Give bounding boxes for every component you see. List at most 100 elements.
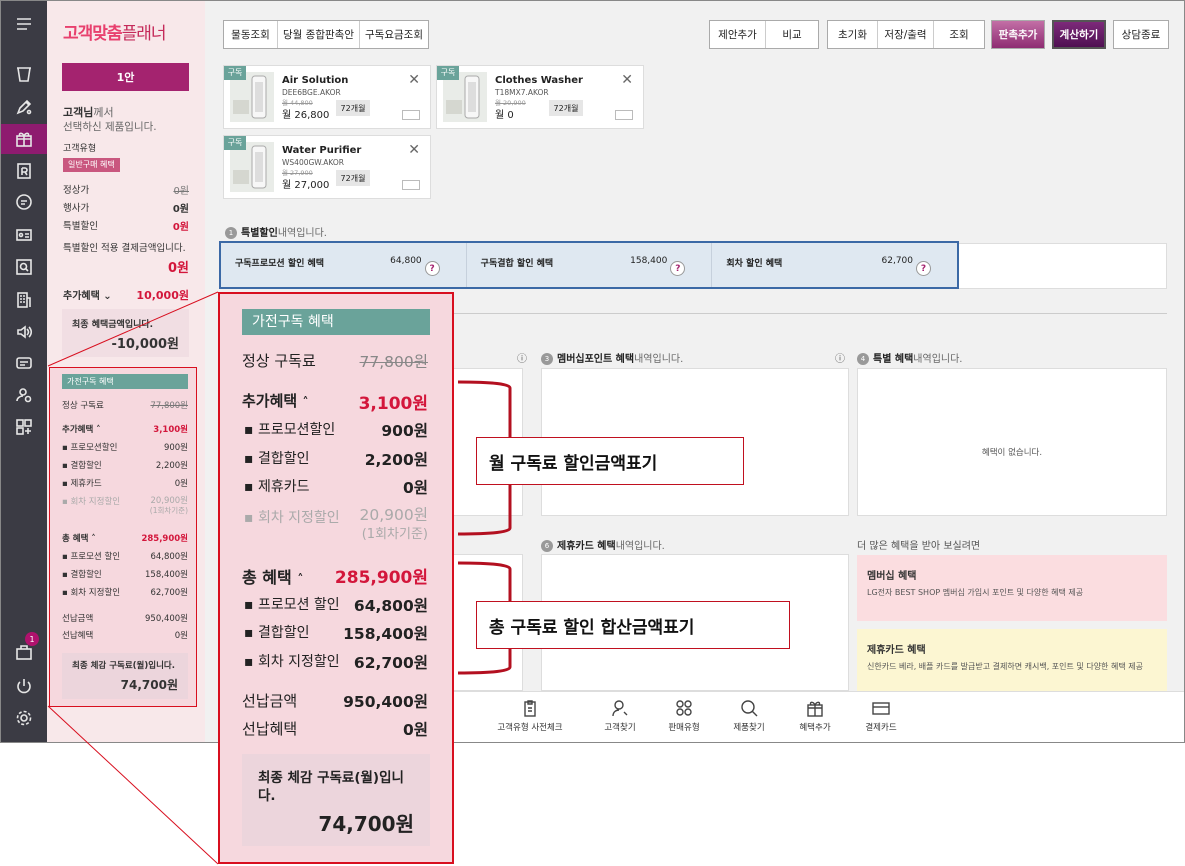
customer-type-check-button[interactable]: 고객유형 사전체크: [495, 698, 565, 733]
detail-total-value: 285,900원: [141, 534, 188, 544]
chat-icon[interactable]: [1, 187, 47, 217]
end-consult-button[interactable]: 상담종료: [1113, 20, 1169, 49]
contract-months[interactable]: 72개월: [549, 100, 583, 116]
product-search-button[interactable]: 제품찾기: [714, 698, 784, 733]
zoom-extra-item: ▪ 결합할인: [244, 451, 310, 467]
action-button-group: 초기화 저장/출력 조회: [827, 20, 985, 49]
bottom-toolbar: 고객유형 사전체크 고객찾기 판매유형 제품찾기 혜택추가 결제카드: [433, 691, 1184, 742]
special-discount-label: 특별할인: [63, 221, 98, 232]
search-button[interactable]: 조회: [934, 21, 984, 48]
sales-type-button[interactable]: 판매유형: [649, 698, 719, 733]
help-icon[interactable]: ?: [670, 261, 686, 276]
subscription-tag: 구독: [437, 66, 459, 80]
reset-button[interactable]: 초기화: [828, 21, 878, 48]
envelope-icon[interactable]: [402, 110, 420, 120]
id-card-icon[interactable]: [1, 220, 47, 250]
product-name: Air Solution: [282, 75, 349, 86]
product-model: T18MX7.AKOR: [495, 88, 549, 97]
gift-icon[interactable]: [1, 124, 47, 154]
building-icon[interactable]: [1, 285, 47, 315]
event-price-label: 행사가: [63, 203, 90, 214]
event-price-value: 0원: [172, 204, 189, 215]
detail-total-label[interactable]: 총 혜택 ˄: [62, 532, 96, 544]
detail-extra-value: 3,100원: [153, 425, 188, 435]
zoom-total-item-value: 62,700원: [353, 654, 428, 672]
envelope-icon[interactable]: [402, 180, 420, 190]
detail-prepay-value: 950,400원: [145, 614, 188, 624]
detail-prepay-label: 선납금액: [62, 614, 94, 624]
stock-lookup-button[interactable]: 물동조회: [224, 21, 278, 48]
compare-button[interactable]: 비교: [766, 21, 818, 48]
close-icon[interactable]: ✕: [621, 72, 633, 88]
user-settings-icon[interactable]: [1, 380, 47, 410]
detail-extra-item: ▪ 결합할인: [62, 461, 102, 471]
help-icon[interactable]: ?: [424, 261, 440, 276]
detail-extra-label[interactable]: 추가혜택 ˄: [62, 423, 101, 435]
product-model: WS400GW.AKOR: [282, 158, 344, 167]
calculate-button[interactable]: 계산하기: [1052, 20, 1106, 49]
r-card-icon[interactable]: [1, 156, 47, 186]
speaker-icon[interactable]: [1, 317, 47, 347]
membership-promo[interactable]: 멤버십 혜택 LG전자 BEST SHOP 멤버십 가입시 포인트 및 다양한 …: [857, 555, 1167, 621]
subscription-tag: 구독: [224, 136, 246, 150]
detail-prepay-benefit-value: 0원: [174, 631, 188, 641]
add-proposal-button[interactable]: 제안추가: [710, 21, 766, 48]
pen-icon[interactable]: [1, 92, 47, 122]
chevron-up-icon: ˄: [91, 534, 96, 544]
card-benefit-heading: 6 제휴카드 혜택내역입니다.: [541, 537, 665, 552]
zoom-total-label[interactable]: 총 혜택 ˄: [242, 564, 303, 588]
plan-qty-button[interactable]: 1안: [62, 63, 189, 91]
promo-add-button[interactable]: 판촉추가: [991, 20, 1045, 49]
add-benefit-button[interactable]: 혜택추가: [780, 698, 850, 733]
search-box-icon[interactable]: [1, 252, 47, 282]
product-card[interactable]: 구독 Clothes Washer T18MX7.AKOR 월 20,900 월…: [436, 65, 644, 129]
power-icon[interactable]: [1, 671, 47, 701]
monthly-discount-callout: 월 구독료 할인금액표기: [476, 437, 744, 485]
contract-months[interactable]: 72개월: [336, 170, 370, 186]
extra-benefit-label[interactable]: 추가혜택 ⌄: [63, 287, 112, 302]
zoom-total-item: ▪ 결합할인: [244, 625, 310, 641]
card-promo[interactable]: 제휴카드 혜택 신한카드 베라, 배플 카드를 발급받고 결제하면 캐시백, 포…: [857, 629, 1167, 691]
product-price: 월 27,000: [282, 180, 330, 191]
notification-badge: 1: [25, 632, 39, 646]
customer-greeting-line2: 선택하신 제품입니다.: [63, 121, 157, 133]
grid-plus-icon[interactable]: [1, 412, 47, 442]
zoom-extra-item-value: 900원: [381, 422, 428, 440]
payment-card-button[interactable]: 결제카드: [846, 698, 916, 733]
detail-final-value: 74,700원: [120, 678, 178, 692]
monthly-promo-button[interactable]: 당월 종합판촉안: [278, 21, 360, 48]
zoom-normal-value: 77,800원: [359, 353, 429, 371]
save-print-button[interactable]: 저장/출력: [878, 21, 934, 48]
subscription-fee-button[interactable]: 구독요금조회: [360, 21, 428, 48]
customer-search-button[interactable]: 고객찾기: [585, 698, 655, 733]
tag-icon[interactable]: [1, 348, 47, 378]
lookup-button-group: 물동조회 당월 종합판촉안 구독요금조회: [223, 20, 429, 49]
help-icon[interactable]: ⓘ: [517, 350, 527, 365]
gear-icon[interactable]: [1, 703, 47, 733]
detail-normal-label: 정상 구독료: [62, 401, 104, 411]
promo-desc: LG전자 BEST SHOP 멤버십 가입시 포인트 및 다양한 혜택 제공: [867, 588, 1084, 597]
total-discount-callout: 총 구독료 할인 합산금액표기: [476, 601, 790, 649]
product-card[interactable]: 구독 Water Purifier WS400GW.AKOR 월 27,900 …: [223, 135, 431, 199]
detail-total-item: ▪ 결합할인: [62, 570, 102, 580]
contract-months[interactable]: 72개월: [336, 100, 370, 116]
more-benefit-heading: 더 많은 혜택을 받아 보실려면: [857, 541, 981, 552]
close-icon[interactable]: ✕: [408, 72, 420, 88]
close-icon[interactable]: ✕: [408, 142, 420, 158]
detail-extra-item: ▪ 제휴카드: [62, 479, 102, 489]
menu-icon[interactable]: [1, 9, 47, 39]
detail-normal-value: 77,800원: [150, 401, 188, 411]
brand-logo: 고객맞춤플래너: [63, 24, 166, 44]
detail-total-item-value: 62,700원: [150, 588, 188, 598]
special-benefit-heading: 4 특별 혜택내역입니다.: [857, 350, 962, 365]
help-icon[interactable]: ⓘ: [835, 350, 845, 365]
envelope-icon[interactable]: [615, 110, 633, 120]
product-card[interactable]: 구독 Air Solution DEE6BGE.AKOR 월 44,800 월 …: [223, 65, 431, 129]
cup-icon[interactable]: [1, 59, 47, 89]
zoom-extra-label[interactable]: 추가혜택 ˄: [242, 390, 308, 411]
customer-type-tag: 일반구매 혜택: [63, 158, 120, 172]
briefcase-icon[interactable]: 1: [1, 632, 47, 667]
help-icon[interactable]: ?: [916, 261, 932, 276]
zoom-normal-label: 정상 구독료: [242, 352, 316, 370]
no-benefit-text: 혜택이 없습니다.: [981, 448, 1043, 458]
